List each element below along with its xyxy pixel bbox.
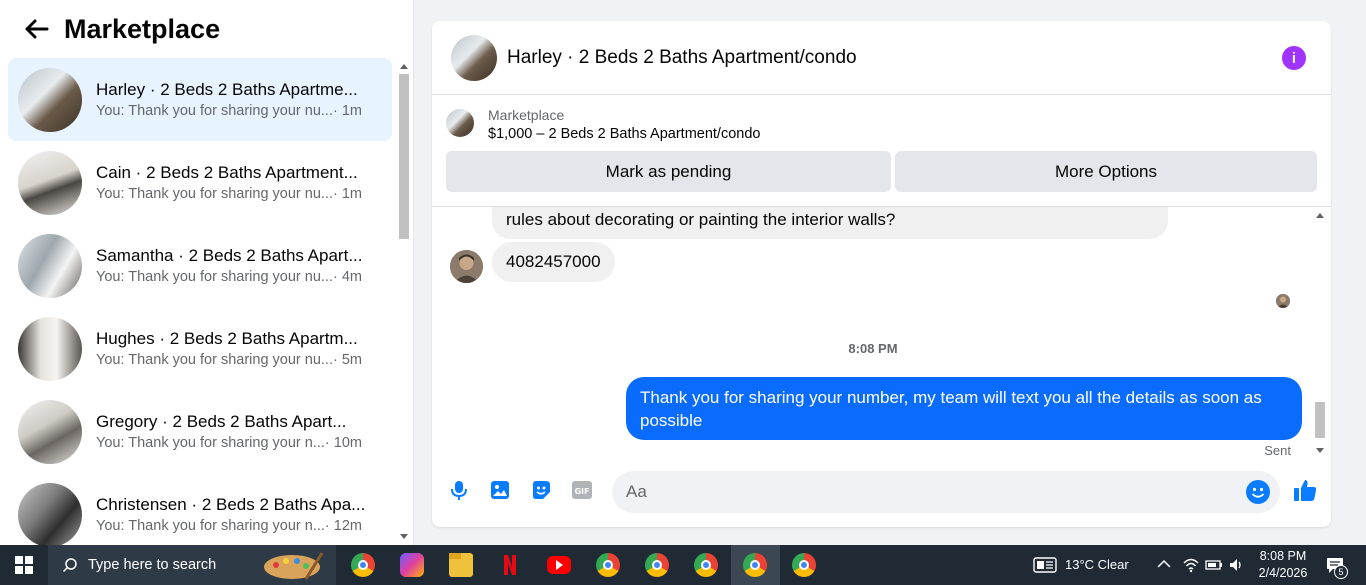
youtube-icon[interactable] <box>547 556 571 574</box>
message-composer: GIF Aa <box>432 469 1331 513</box>
scroll-up-arrow-icon[interactable] <box>400 64 408 69</box>
conversation-title: Hughes · 2 Beds 2 Baths Apartm... <box>96 328 358 348</box>
message-input-placeholder: Aa <box>626 482 647 501</box>
chrome-profile-icon[interactable] <box>792 553 816 577</box>
copilot-icon[interactable] <box>400 553 424 577</box>
conversation-time: · 5m <box>332 351 362 368</box>
conversation-snippet: You: Thank you for sharing your nu... <box>96 351 333 368</box>
sticker-icon[interactable] <box>530 479 552 501</box>
paint-palette-icon <box>264 552 324 580</box>
more-options-button[interactable]: More Options <box>895 151 1317 192</box>
taskbar-search[interactable]: Type here to search <box>48 545 336 585</box>
conversation-title: Cain · 2 Beds 2 Baths Apartment... <box>96 162 358 182</box>
conversation-snippet: You: Thank you for sharing your n... <box>96 434 325 451</box>
panel-header: Marketplace <box>0 0 413 58</box>
conversation-item-harley[interactable]: Harley · 2 Beds 2 Baths Apartme... You: … <box>8 58 392 141</box>
listing-thumbnail <box>18 233 82 298</box>
conversation-time: · 1m <box>332 102 362 119</box>
conversation-item-hughes[interactable]: Hughes · 2 Beds 2 Baths Apartm... You: T… <box>8 307 392 390</box>
scrollbar-thumb[interactable] <box>399 74 409 239</box>
chrome-profile-icon[interactable] <box>645 553 669 577</box>
scrollbar-thumb[interactable] <box>1315 402 1325 438</box>
conversation-title: Gregory · 2 Beds 2 Baths Apart... <box>96 411 347 431</box>
listing-thumbnail <box>18 150 82 215</box>
message-timestamp: 8:08 PM <box>848 341 898 356</box>
conversation-time: · 4m <box>332 268 362 285</box>
emoji-icon[interactable] <box>1246 480 1270 504</box>
incoming-message: rules about decorating or painting the i… <box>492 207 1168 239</box>
message-thread-scrollbar[interactable] <box>1312 207 1328 459</box>
conversation-snippet: You: Thank you for sharing your nu... <box>96 185 333 202</box>
scroll-up-arrow-icon[interactable] <box>1316 213 1324 218</box>
chat-header: Harley · 2 Beds 2 Baths Apartment/condo … <box>432 21 1331 95</box>
message-input[interactable]: Aa <box>612 471 1280 513</box>
outgoing-message: Thank you for sharing your number, my te… <box>626 377 1302 440</box>
conversation-time: · 12m <box>324 517 362 534</box>
gif-icon[interactable]: GIF <box>571 479 593 501</box>
back-arrow-icon[interactable] <box>22 14 52 44</box>
sender-avatar[interactable] <box>450 250 483 283</box>
listing-thumbnail <box>18 316 82 381</box>
chat-title[interactable]: Harley · 2 Beds 2 Baths Apartment/condo <box>507 47 857 69</box>
conversation-panel: Marketplace Harley · 2 Beds 2 Baths Apar… <box>0 0 414 545</box>
clock-time[interactable]: 8:08 PM <box>1258 549 1308 563</box>
chrome-profile-icon[interactable] <box>596 553 620 577</box>
conversation-snippet: You: Thank you for sharing your n... <box>96 517 325 534</box>
chrome-profile-icon[interactable] <box>743 553 767 577</box>
listing-source-label: Marketplace <box>488 107 565 123</box>
listing-thumbnail <box>18 67 82 132</box>
conversation-item-samantha[interactable]: Samantha · 2 Beds 2 Baths Apart... You: … <box>8 224 392 307</box>
page-title: Marketplace <box>64 13 221 44</box>
chevron-up-icon[interactable] <box>1157 559 1171 569</box>
weather-news-icon[interactable] <box>1033 557 1057 573</box>
conversation-snippet: You: Thank you for sharing your nu... <box>96 268 333 285</box>
sent-status: Sent <box>1264 443 1291 458</box>
taskbar-search-placeholder: Type here to search <box>88 557 217 573</box>
conversation-list-scrollbar[interactable] <box>396 58 412 545</box>
weather-text[interactable]: 13°C Clear <box>1065 557 1129 572</box>
conversation-list: Harley · 2 Beds 2 Baths Apartme... You: … <box>8 58 392 545</box>
conversation-time: · 1m <box>332 185 362 202</box>
volume-icon[interactable] <box>1228 557 1244 573</box>
listing-thumbnail <box>446 109 474 137</box>
conversation-time: · 10m <box>324 434 362 451</box>
conversation-item-gregory[interactable]: Gregory · 2 Beds 2 Baths Apart... You: T… <box>8 390 392 473</box>
incoming-message: 4082457000 <box>492 242 615 282</box>
listing-thumbnail <box>18 482 82 545</box>
wifi-icon[interactable] <box>1183 557 1199 573</box>
notification-count-badge: 5 <box>1334 565 1348 579</box>
listing-banner[interactable]: Marketplace $1,000 – 2 Beds 2 Baths Apar… <box>432 95 1331 151</box>
netflix-icon[interactable] <box>498 553 522 577</box>
conversation-title: Christensen · 2 Beds 2 Baths Apa... <box>96 494 366 514</box>
message-thread: rules about decorating or painting the i… <box>432 207 1331 459</box>
conversation-title: Samantha · 2 Beds 2 Baths Apart... <box>96 245 363 265</box>
listing-price: $1,000 – 2 Beds 2 Baths Apartment/condo <box>488 126 761 142</box>
windows-start-icon[interactable] <box>0 545 48 585</box>
microphone-icon[interactable] <box>448 479 470 501</box>
chrome-icon[interactable] <box>351 553 375 577</box>
scroll-down-arrow-icon[interactable] <box>400 534 408 539</box>
listing-thumbnail <box>18 399 82 464</box>
info-icon[interactable]: i <box>1282 46 1306 70</box>
chrome-profile-icon[interactable] <box>694 553 718 577</box>
photo-icon[interactable] <box>489 479 511 501</box>
search-icon <box>62 558 77 573</box>
svg-text:GIF: GIF <box>574 487 589 496</box>
conversation-snippet: You: Thank you for sharing your nu... <box>96 102 333 119</box>
listing-actions: Mark as pending More Options <box>432 151 1331 192</box>
thumbs-up-icon[interactable] <box>1292 477 1318 503</box>
mark-as-pending-button[interactable]: Mark as pending <box>446 151 891 192</box>
battery-icon[interactable] <box>1205 558 1223 572</box>
scroll-down-arrow-icon[interactable] <box>1316 448 1324 453</box>
taskbar: Type here to search 13°C Clear 8:08 PM 2… <box>0 545 1366 585</box>
seen-indicator-avatar <box>1276 294 1290 308</box>
file-explorer-icon[interactable] <box>449 553 473 577</box>
conversation-title: Harley · 2 Beds 2 Baths Apartme... <box>96 79 358 99</box>
chat-panel: Harley · 2 Beds 2 Baths Apartment/condo … <box>432 21 1331 527</box>
listing-avatar[interactable] <box>451 34 497 81</box>
conversation-item-cain[interactable]: Cain · 2 Beds 2 Baths Apartment... You: … <box>8 141 392 224</box>
conversation-item-christensen[interactable]: Christensen · 2 Beds 2 Baths Apa... You:… <box>8 473 392 545</box>
clock-date[interactable]: 2/4/2026 <box>1256 566 1310 580</box>
